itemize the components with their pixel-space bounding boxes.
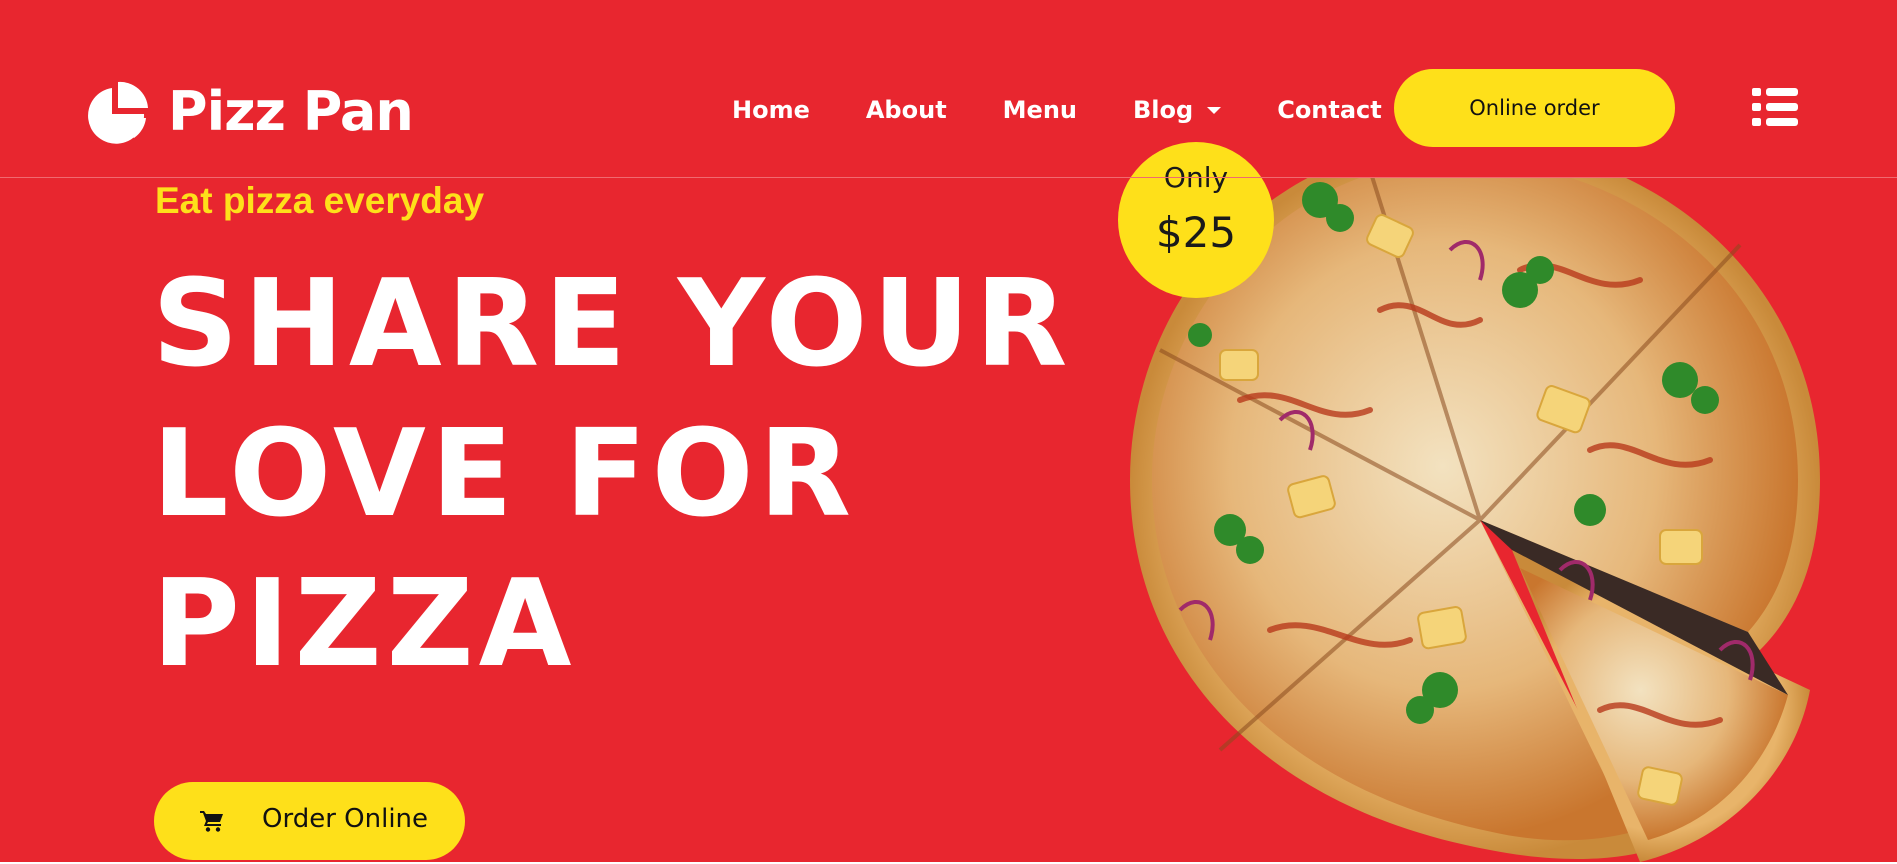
list-menu-icon xyxy=(1752,88,1798,126)
main-nav: Home About Menu Blog Contact xyxy=(732,96,1382,124)
nav-about[interactable]: About xyxy=(866,96,947,124)
nav-blog-label: Blog xyxy=(1133,96,1194,124)
site-header: Pizz Pan Home About Menu Blog Contact On… xyxy=(0,0,1897,862)
caret-down-icon xyxy=(1207,106,1222,114)
brand-logo-link[interactable]: Pizz Pan xyxy=(82,80,414,144)
menu-toggle-button[interactable] xyxy=(1752,88,1798,126)
nav-blog-dropdown[interactable]: Blog xyxy=(1133,96,1222,124)
brand-name: Pizz Pan xyxy=(168,80,414,143)
pie-logo-icon xyxy=(88,81,148,144)
online-order-button[interactable]: Online order xyxy=(1394,69,1675,147)
hero-page: Only $25 Pizz Pan Home About Menu Blog C… xyxy=(0,0,1897,862)
nav-home[interactable]: Home xyxy=(732,96,810,124)
nav-contact[interactable]: Contact xyxy=(1277,96,1382,124)
nav-menu[interactable]: Menu xyxy=(1003,96,1077,124)
